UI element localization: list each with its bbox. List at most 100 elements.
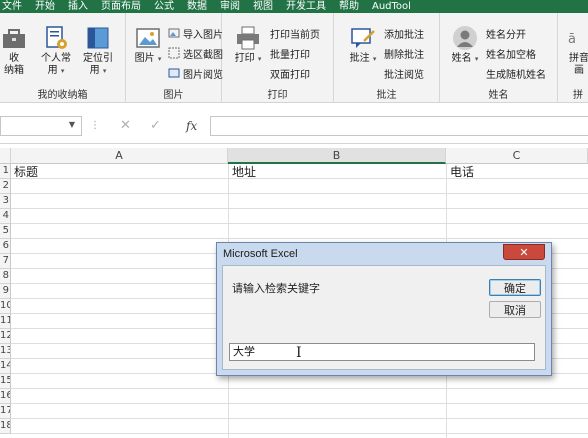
screenshot-icon xyxy=(168,47,180,59)
comment-preview-button[interactable]: 批注阅览 xyxy=(384,66,424,81)
table-row[interactable] xyxy=(11,374,588,389)
delete-comment-button[interactable]: 删除批注 xyxy=(384,46,424,61)
person-icon xyxy=(453,26,477,50)
table-row[interactable] xyxy=(11,179,588,194)
printer-icon xyxy=(237,26,259,50)
formula-input[interactable] xyxy=(210,116,588,136)
table-row[interactable] xyxy=(11,224,588,239)
tab-data[interactable]: 数据 xyxy=(187,0,220,13)
tab-formulas[interactable]: 公式 xyxy=(154,0,187,13)
tab-audtool[interactable]: AudTool xyxy=(372,0,424,13)
table-row[interactable] xyxy=(11,209,588,224)
picture-icon xyxy=(136,28,160,48)
import-picture-button[interactable]: 导入图片 xyxy=(168,26,223,41)
column-header-b[interactable]: B xyxy=(228,148,446,164)
name-add-space-button[interactable]: 姓名加空格 xyxy=(486,46,536,61)
input-dialog: Microsoft Excel ✕ 请输入检索关键字 确定 取消 大学 xyxy=(216,242,552,376)
cell-c1[interactable]: 电话 xyxy=(447,165,474,180)
group-name: 姓名 ▾ 姓名分开 姓名加空格 生成随机姓名 姓名 xyxy=(440,13,558,102)
row-header[interactable]: 13 xyxy=(0,344,11,359)
group-print: 打印 ▾ 打印当前页 批量打印 双面打印 打印 xyxy=(222,13,334,102)
resize-grip-icon[interactable]: ⋮ xyxy=(90,120,100,131)
cancel-button[interactable]: 取消 xyxy=(489,301,541,318)
tab-help[interactable]: 帮助 xyxy=(339,0,372,13)
column-header-c[interactable]: C xyxy=(446,148,588,164)
group-label-print: 打印 xyxy=(267,90,288,101)
row-header[interactable]: 18 xyxy=(0,419,11,434)
pinyin-button[interactable]: ā 拼音 画 xyxy=(564,25,588,77)
cancel-entry-button[interactable]: ✕ xyxy=(120,118,131,133)
row-header[interactable]: 3 xyxy=(0,194,11,209)
row-header[interactable]: 17 xyxy=(0,404,11,419)
table-row[interactable] xyxy=(11,164,588,179)
tab-home[interactable]: 开始 xyxy=(35,0,68,13)
collect-box-button[interactable]: 收 纳箱 xyxy=(0,25,28,77)
row-header[interactable]: 14 xyxy=(0,359,11,374)
tab-insert[interactable]: 插入 xyxy=(68,0,101,13)
text-cursor-icon: I xyxy=(296,345,302,361)
print-current-page-button[interactable]: 打印当前页 xyxy=(270,26,320,41)
table-row[interactable] xyxy=(11,419,588,434)
table-row[interactable] xyxy=(11,389,588,404)
tab-developer[interactable]: 开发工具 xyxy=(286,0,339,13)
dialog-prompt: 请输入检索关键字 xyxy=(232,282,320,295)
dropdown-caret-icon: ▾ xyxy=(60,67,65,75)
ok-button[interactable]: 确定 xyxy=(489,279,541,296)
svg-text:ā: ā xyxy=(568,32,576,47)
locate-reference-button[interactable]: 定位引 用 ▾ xyxy=(78,25,118,77)
group-comment: 批注 ▾ 添加批注 删除批注 批注阅览 批注 xyxy=(334,13,440,102)
row-header[interactable]: 2 xyxy=(0,179,11,194)
keyword-input[interactable]: 大学 xyxy=(229,343,535,361)
name-box[interactable]: ▼ xyxy=(0,116,82,136)
picture-preview-button[interactable]: 图片阅览 xyxy=(168,66,223,81)
group-label-pinyin: 拼 xyxy=(573,90,583,101)
table-row[interactable] xyxy=(11,194,588,209)
row-header[interactable]: 1 xyxy=(0,164,11,179)
column-header-a[interactable]: A xyxy=(11,148,228,164)
ribbon: 收 纳箱 个人常 用 ▾ 定位引 用 ▾ 我的收纳箱 图片 ▾ 导入图片 选区截… xyxy=(0,13,588,103)
region-screenshot-button[interactable]: 选区截图 xyxy=(168,46,223,61)
name-button[interactable]: 姓名 ▾ xyxy=(448,25,482,65)
pinyin-icon: ā xyxy=(568,32,576,47)
tab-page-layout[interactable]: 页面布局 xyxy=(101,0,154,13)
row-header[interactable]: 9 xyxy=(0,284,11,299)
ribbon-tab-bar: 文件 开始 插入 页面布局 公式 数据 审阅 视图 开发工具 帮助 AudToo… xyxy=(0,0,588,13)
personal-common-button[interactable]: 个人常 用 ▾ xyxy=(36,25,76,77)
row-header[interactable]: 11 xyxy=(0,314,11,329)
tab-file[interactable]: 文件 xyxy=(0,0,35,13)
split-name-button[interactable]: 姓名分开 xyxy=(486,26,526,41)
confirm-entry-button[interactable]: ✓ xyxy=(150,118,161,133)
table-row[interactable] xyxy=(11,404,588,419)
row-header[interactable]: 15 xyxy=(0,374,11,389)
cell-a1[interactable]: 标题 xyxy=(11,165,38,180)
tab-review[interactable]: 审阅 xyxy=(220,0,253,13)
group-my-box: 收 纳箱 个人常 用 ▾ 定位引 用 ▾ 我的收纳箱 xyxy=(0,13,126,102)
insert-function-button[interactable]: fx xyxy=(186,119,197,133)
select-all-corner[interactable] xyxy=(0,148,11,164)
group-picture: 图片 ▾ 导入图片 选区截图 图片阅览 图片 xyxy=(126,13,223,102)
row-header[interactable]: 7 xyxy=(0,254,11,269)
document-gear-icon xyxy=(46,26,67,49)
random-name-button[interactable]: 生成随机姓名 xyxy=(486,66,546,81)
comment-button[interactable]: 批注 ▾ xyxy=(346,25,380,65)
cell-b1[interactable]: 地址 xyxy=(229,165,256,180)
row-header[interactable]: 16 xyxy=(0,389,11,404)
print-button[interactable]: 打印 ▾ xyxy=(232,25,264,65)
row-header[interactable]: 12 xyxy=(0,329,11,344)
dropdown-caret-icon: ▼ xyxy=(68,120,75,129)
row-header[interactable]: 4 xyxy=(0,209,11,224)
row-header[interactable]: 8 xyxy=(0,269,11,284)
close-icon: ✕ xyxy=(519,245,529,259)
row-header[interactable]: 5 xyxy=(0,224,11,239)
add-comment-button[interactable]: 添加批注 xyxy=(384,26,424,41)
row-header[interactable]: 6 xyxy=(0,239,11,254)
group-label-my-box: 我的收纳箱 xyxy=(37,90,88,101)
dropdown-caret-icon: ▾ xyxy=(257,55,262,63)
row-header[interactable]: 10 xyxy=(0,299,11,314)
dropdown-caret-icon: ▾ xyxy=(157,55,162,63)
dialog-close-button[interactable]: ✕ xyxy=(503,244,545,260)
batch-print-button[interactable]: 批量打印 xyxy=(270,46,310,61)
picture-button[interactable]: 图片 ▾ xyxy=(132,25,164,65)
duplex-print-button[interactable]: 双面打印 xyxy=(270,66,310,81)
tab-view[interactable]: 视图 xyxy=(253,0,286,13)
